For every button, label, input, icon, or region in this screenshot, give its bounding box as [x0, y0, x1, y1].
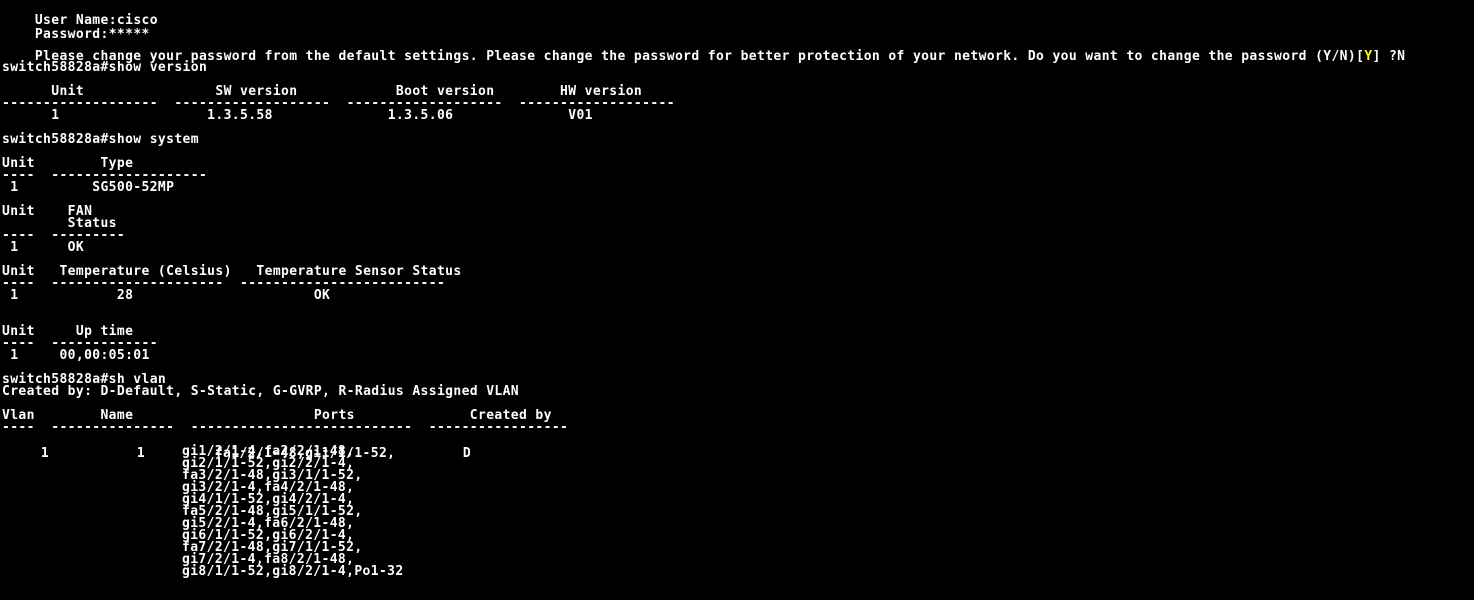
version-table-row: 1 1.3.5.58 1.3.5.06 V01: [2, 108, 593, 123]
command-show-version: switch58828a#show version: [2, 60, 208, 75]
notice-text-after: ] ?N: [1372, 49, 1406, 64]
fan-row: 1 OK: [2, 240, 85, 255]
temperature-row: 1 28 OK: [2, 288, 331, 303]
uptime-row: 1 00,00:05:01: [2, 348, 150, 363]
password-change-notice: Please change your password from the def…: [0, 36, 1405, 64]
vlan-ports-line: gi8/1/1-52,gi8/2/1-4,Po1-32: [182, 564, 404, 579]
notice-default-choice: Y: [1364, 49, 1373, 64]
notice-text-before: Please change your password from the def…: [34, 49, 1365, 64]
vlan-created-by-legend: Created by: D-Default, S-Static, G-GVRP,…: [2, 384, 520, 399]
password-line: Password:*****: [0, 14, 150, 42]
system-type-row: 1 SG500-52MP: [2, 180, 175, 195]
command-show-system: switch58828a#show system: [2, 132, 199, 147]
final-prompt-line[interactable]: switch58828a#: [0, 587, 151, 600]
terminal-screen[interactable]: User Name:cisco Password:***** Please ch…: [0, 0, 1474, 600]
vlan-created-by-cell: D: [462, 446, 472, 461]
username-line: User Name:cisco: [0, 0, 158, 28]
